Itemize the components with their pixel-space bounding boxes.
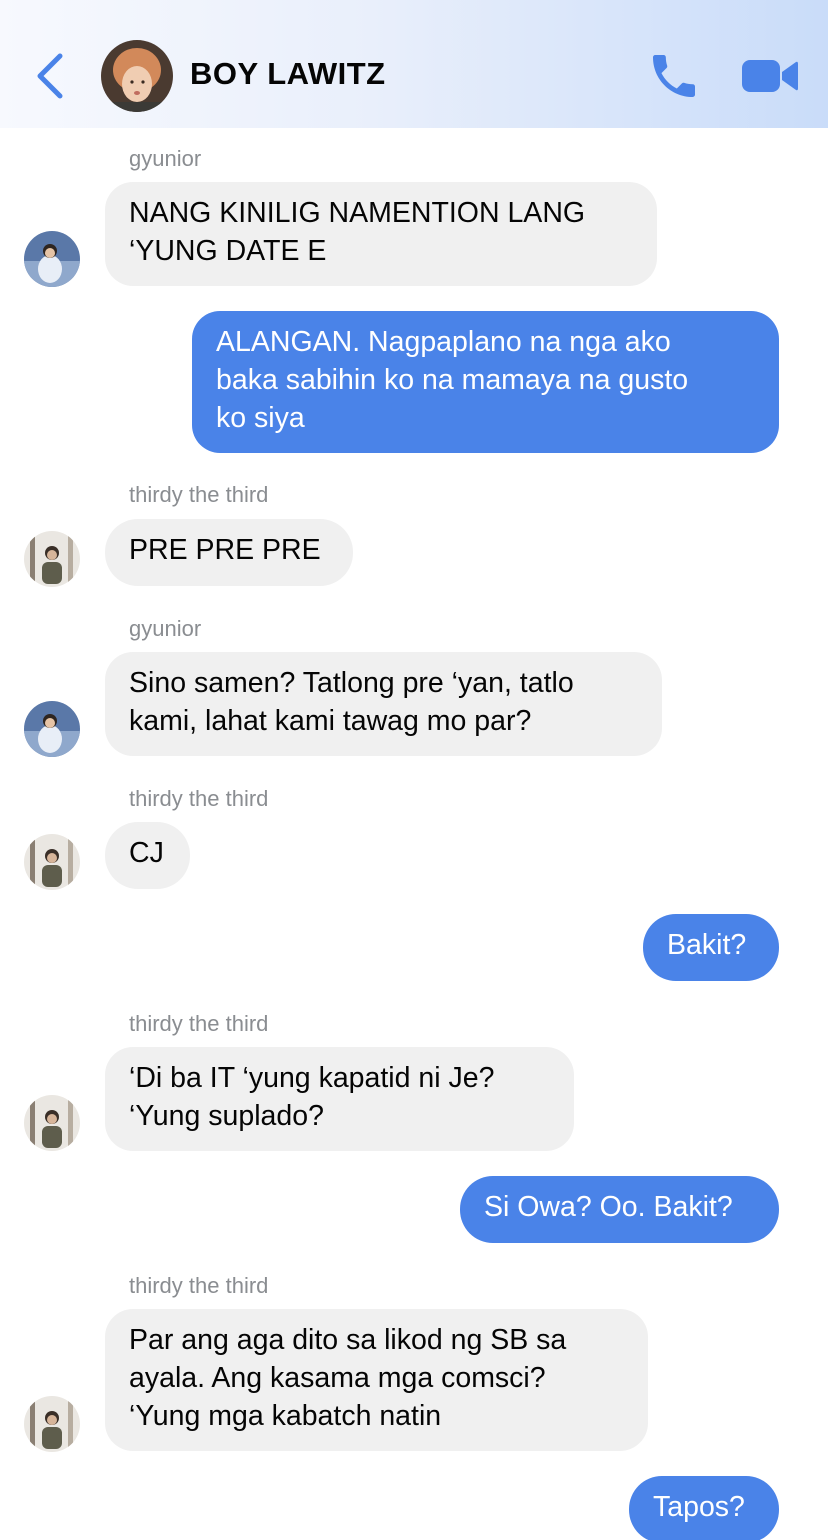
sender-avatar[interactable] bbox=[24, 1095, 80, 1151]
incoming-message[interactable]: CJ bbox=[105, 822, 190, 889]
message-line: PRE PRE PRE bbox=[129, 534, 321, 566]
message-line: ALANGAN. Nagpaplano na nga ako bbox=[216, 326, 671, 358]
sender-name: thirdy the third bbox=[129, 1273, 269, 1298]
message-line: ko siya bbox=[216, 402, 305, 434]
message-line: ‘Yung suplado? bbox=[129, 1100, 324, 1132]
video-camera-icon bbox=[742, 60, 798, 92]
contact-avatar[interactable] bbox=[101, 40, 173, 112]
message-line: Tapos? bbox=[653, 1491, 745, 1523]
incoming-message[interactable]: Sino samen? Tatlong pre ‘yan, tatlo kami… bbox=[105, 652, 662, 756]
sender-avatar[interactable] bbox=[24, 1396, 80, 1452]
sender-avatar[interactable] bbox=[24, 834, 80, 890]
back-button[interactable] bbox=[28, 50, 72, 102]
chat-title: BOY LAWITZ bbox=[190, 56, 386, 91]
incoming-message[interactable]: NANG KINILIG NAMENTION LANG ‘YUNG DATE E bbox=[105, 182, 657, 286]
sender-name: gyunior bbox=[129, 616, 202, 641]
video-call-button[interactable] bbox=[740, 54, 800, 98]
sender-avatar[interactable] bbox=[24, 531, 80, 587]
message-line: Par ang aga dito sa likod ng SB sa bbox=[129, 1324, 567, 1356]
message-line: baka sabihin ko na mamaya na gusto bbox=[216, 364, 689, 396]
message-line: CJ bbox=[129, 837, 164, 869]
chat-screen: BOY LAWITZ gyunior NANG KINILIG NAMENTIO… bbox=[0, 0, 828, 1540]
outgoing-message[interactable]: Si Owa? Oo. Bakit? bbox=[460, 1176, 779, 1243]
outgoing-message[interactable]: Tapos? bbox=[629, 1476, 779, 1540]
sender-name: thirdy the third bbox=[129, 1011, 269, 1036]
sender-name: thirdy the third bbox=[129, 786, 269, 811]
message-line: Sino samen? Tatlong pre ‘yan, tatlo bbox=[129, 667, 574, 699]
message-line: ‘YUNG DATE E bbox=[129, 235, 327, 267]
outgoing-message[interactable]: ALANGAN. Nagpaplano na nga ako baka sabi… bbox=[192, 311, 779, 453]
message-line: ayala. Ang kasama mga comsci? bbox=[129, 1362, 546, 1394]
message-line: kami, lahat kami tawag mo par? bbox=[129, 705, 532, 737]
chat-header: BOY LAWITZ bbox=[0, 0, 828, 128]
sender-name: gyunior bbox=[129, 146, 202, 171]
message-line: ‘Yung mga kabatch natin bbox=[129, 1400, 442, 1432]
message-line: NANG KINILIG NAMENTION LANG bbox=[129, 197, 586, 229]
phone-icon bbox=[653, 55, 695, 97]
voice-call-button[interactable] bbox=[646, 48, 702, 104]
sender-avatar[interactable] bbox=[24, 231, 80, 287]
chevron-left-icon bbox=[37, 53, 63, 99]
sender-avatar[interactable] bbox=[24, 701, 80, 757]
incoming-message[interactable]: ‘Di ba IT ‘yung kapatid ni Je? ‘Yung sup… bbox=[105, 1047, 574, 1151]
outgoing-message[interactable]: Bakit? bbox=[643, 914, 779, 981]
message-line: ‘Di ba IT ‘yung kapatid ni Je? bbox=[129, 1062, 495, 1094]
sender-name: thirdy the third bbox=[129, 482, 269, 507]
incoming-message[interactable]: PRE PRE PRE bbox=[105, 519, 353, 586]
incoming-message[interactable]: Par ang aga dito sa likod ng SB sa ayala… bbox=[105, 1309, 648, 1451]
message-line: Si Owa? Oo. Bakit? bbox=[484, 1191, 733, 1223]
message-line: Bakit? bbox=[667, 929, 747, 961]
